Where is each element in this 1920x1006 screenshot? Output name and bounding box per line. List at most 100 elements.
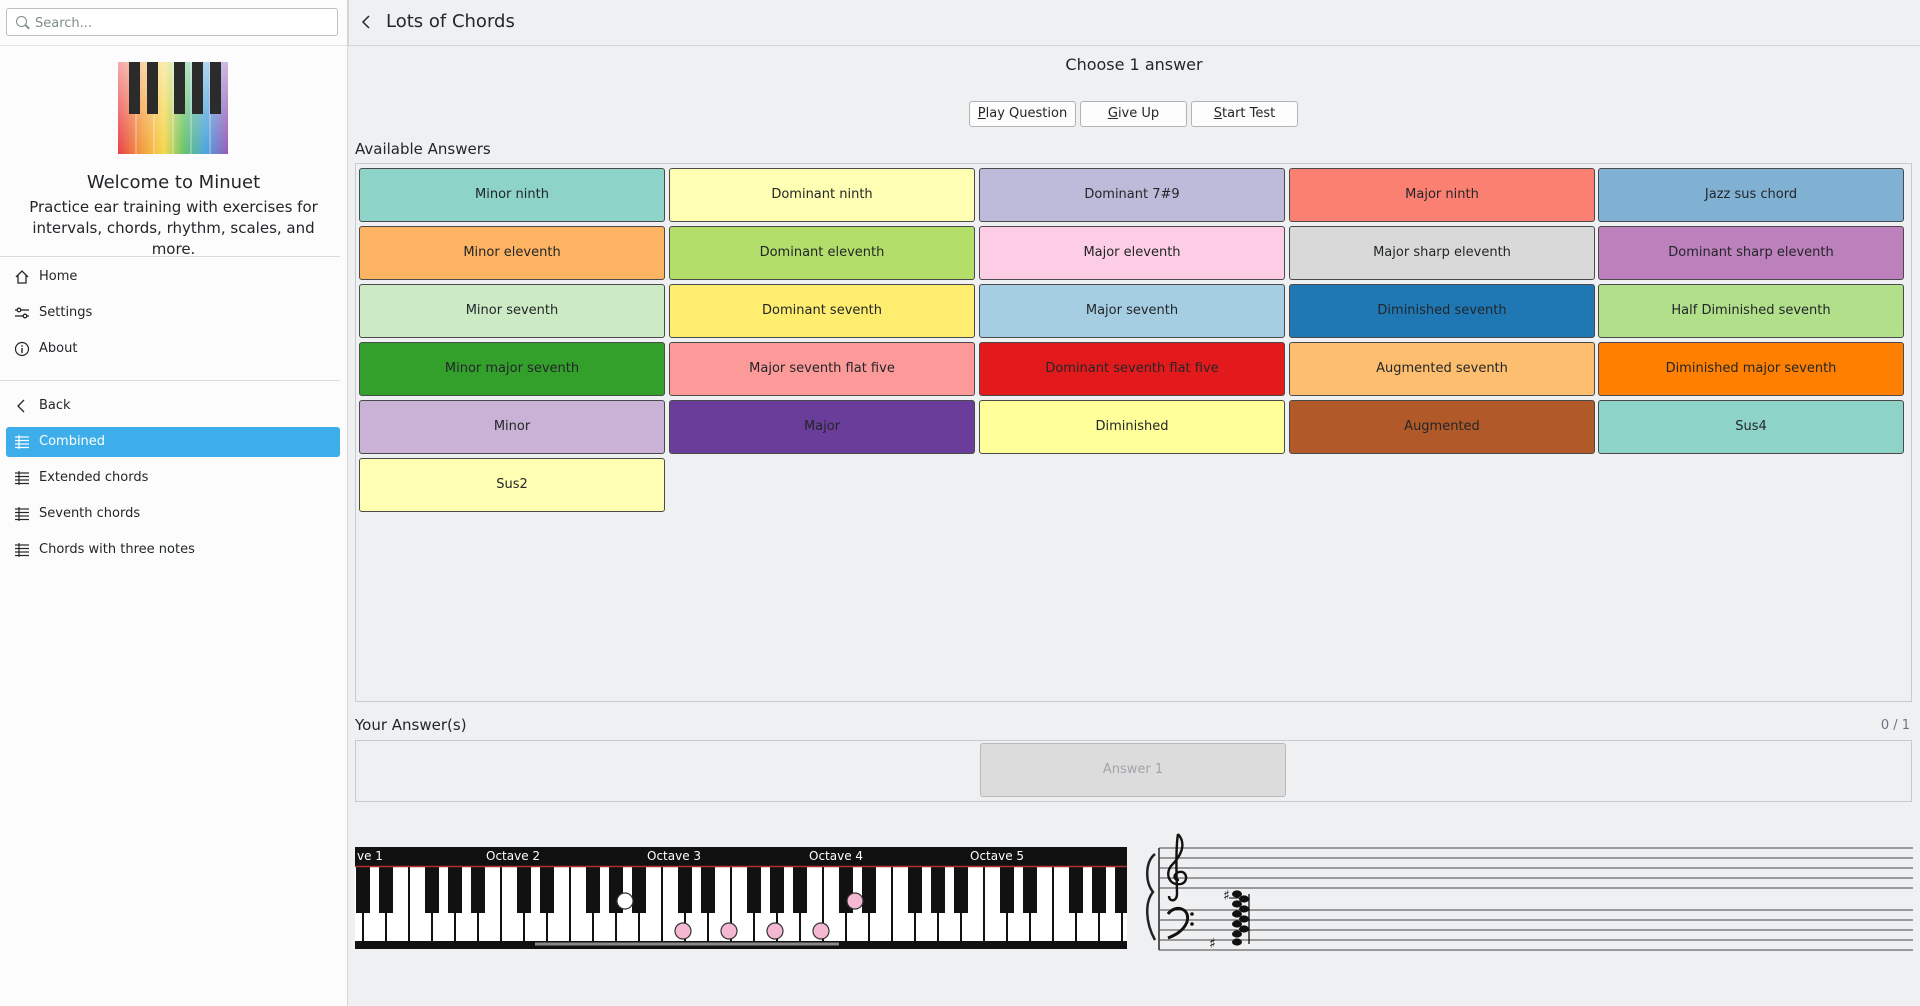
black-key[interactable]: [540, 867, 554, 913]
answer-button[interactable]: Major ninth: [1289, 168, 1595, 222]
black-key[interactable]: [908, 867, 922, 913]
piano-keyboard[interactable]: ve 1 Octave 2 Octave 3 Octave 4 Octave 5: [355, 847, 1127, 949]
answer-button[interactable]: Augmented: [1289, 400, 1595, 454]
category-label: Chords with three notes: [39, 542, 195, 557]
black-key[interactable]: [701, 867, 715, 913]
category-icon: [15, 543, 29, 557]
answer-button[interactable]: Sus2: [359, 458, 665, 512]
octave-label: Octave 4: [809, 849, 863, 863]
button-label: tart Test: [1222, 106, 1276, 121]
black-key[interactable]: [448, 867, 462, 913]
answer-slot: Answer 1: [980, 743, 1286, 797]
answer-button[interactable]: Jazz sus chord: [1598, 168, 1904, 222]
black-key[interactable]: [1000, 867, 1014, 913]
answer-button[interactable]: Dominant ninth: [669, 168, 975, 222]
nav-label: Home: [39, 269, 78, 284]
answer-button[interactable]: Minor seventh: [359, 284, 665, 338]
black-key[interactable]: [954, 867, 968, 913]
category-combined[interactable]: Combined: [6, 427, 340, 457]
available-answers-label: Available Answers: [355, 140, 491, 158]
answer-button[interactable]: Major seventh: [979, 284, 1285, 338]
sharp-sign: ♯: [1209, 936, 1216, 952]
category-label: Seventh chords: [39, 506, 141, 521]
black-key[interactable]: [747, 867, 761, 913]
black-key[interactable]: [471, 867, 485, 913]
bass-clef-dot: [1190, 922, 1194, 926]
start-test-button[interactable]: Start Test: [1191, 101, 1298, 127]
black-key[interactable]: [1069, 867, 1083, 913]
minuet-logo: [118, 62, 228, 154]
octave-label: Octave 2: [486, 849, 540, 863]
black-key[interactable]: [1092, 867, 1106, 913]
answer-button[interactable]: Minor eleventh: [359, 226, 665, 280]
answer-button[interactable]: Major sharp eleventh: [1289, 226, 1595, 280]
answer-button[interactable]: Dominant seventh: [669, 284, 975, 338]
chord-notes: [1232, 890, 1249, 946]
give-up-button[interactable]: Give Up: [1080, 101, 1187, 127]
note-marker: [812, 922, 830, 940]
answer-button[interactable]: Minor major seventh: [359, 342, 665, 396]
category-seventh-chords[interactable]: Seventh chords: [6, 499, 340, 529]
black-key[interactable]: [678, 867, 692, 913]
chevron-left-icon: [17, 399, 25, 413]
back-label: Back: [39, 398, 71, 413]
black-key[interactable]: [793, 867, 807, 913]
button-label: ive Up: [1117, 106, 1160, 121]
category-label: Extended chords: [39, 470, 149, 485]
mnemonic: G: [1107, 106, 1118, 121]
answer-button[interactable]: Dominant 7#9: [979, 168, 1285, 222]
staff-brace: [1146, 853, 1157, 941]
nav-settings[interactable]: Settings: [6, 298, 340, 328]
nav-home[interactable]: Home: [6, 262, 340, 292]
answer-button[interactable]: Dominant sharp eleventh: [1598, 226, 1904, 280]
octave-label: Octave 5: [970, 849, 1024, 863]
note-marker: [846, 892, 864, 910]
divider: [348, 0, 349, 45]
play-question-button[interactable]: Play Question: [969, 101, 1076, 127]
nav-label: Settings: [39, 305, 93, 320]
category-three-note-chords[interactable]: Chords with three notes: [6, 535, 340, 565]
info-icon: [14, 341, 30, 357]
black-key[interactable]: [356, 867, 370, 913]
question-prompt: Choose 1 answer: [1065, 55, 1203, 74]
chevron-left-icon[interactable]: [356, 12, 376, 32]
black-key[interactable]: [862, 867, 876, 913]
black-key[interactable]: [425, 867, 439, 913]
black-key[interactable]: [632, 867, 646, 913]
answer-button[interactable]: Diminished major seventh: [1598, 342, 1904, 396]
note-marker: [616, 892, 634, 910]
answer-button[interactable]: Augmented seventh: [1289, 342, 1595, 396]
answer-button[interactable]: Minor ninth: [359, 168, 665, 222]
answer-button[interactable]: Diminished: [979, 400, 1285, 454]
black-key[interactable]: [586, 867, 600, 913]
search-input[interactable]: [33, 13, 332, 33]
answer-button[interactable]: Major: [669, 400, 975, 454]
welcome-tagline: Practice ear training with exercises for…: [29, 198, 318, 258]
divider: [0, 380, 340, 381]
nav-about[interactable]: About: [6, 334, 340, 364]
answer-button[interactable]: Diminished seventh: [1289, 284, 1595, 338]
answer-button[interactable]: Major seventh flat five: [669, 342, 975, 396]
bass-clef-icon: [1166, 906, 1190, 940]
sidebar: Welcome to Minuet Practice ear training …: [0, 0, 348, 1006]
settings-icon: [15, 307, 29, 319]
answer-button[interactable]: Major eleventh: [979, 226, 1285, 280]
answer-button[interactable]: Minor: [359, 400, 665, 454]
treble-clef-icon: [1167, 833, 1188, 902]
answer-button[interactable]: Half Diminished seventh: [1598, 284, 1904, 338]
answer-button[interactable]: Sus4: [1598, 400, 1904, 454]
black-key[interactable]: [379, 867, 393, 913]
black-key[interactable]: [1023, 867, 1037, 913]
black-key[interactable]: [770, 867, 784, 913]
mnemonic: P: [977, 106, 986, 121]
category-extended-chords[interactable]: Extended chords: [6, 463, 340, 493]
answer-counter: 0 / 1: [1880, 718, 1910, 733]
search-field[interactable]: [6, 8, 338, 36]
black-key[interactable]: [517, 867, 531, 913]
category-icon: [15, 507, 29, 521]
answer-button[interactable]: Dominant eleventh: [669, 226, 975, 280]
black-key[interactable]: [931, 867, 945, 913]
back-button[interactable]: Back: [6, 391, 340, 421]
answer-button[interactable]: Dominant seventh flat five: [979, 342, 1285, 396]
black-key[interactable]: [1115, 867, 1127, 913]
